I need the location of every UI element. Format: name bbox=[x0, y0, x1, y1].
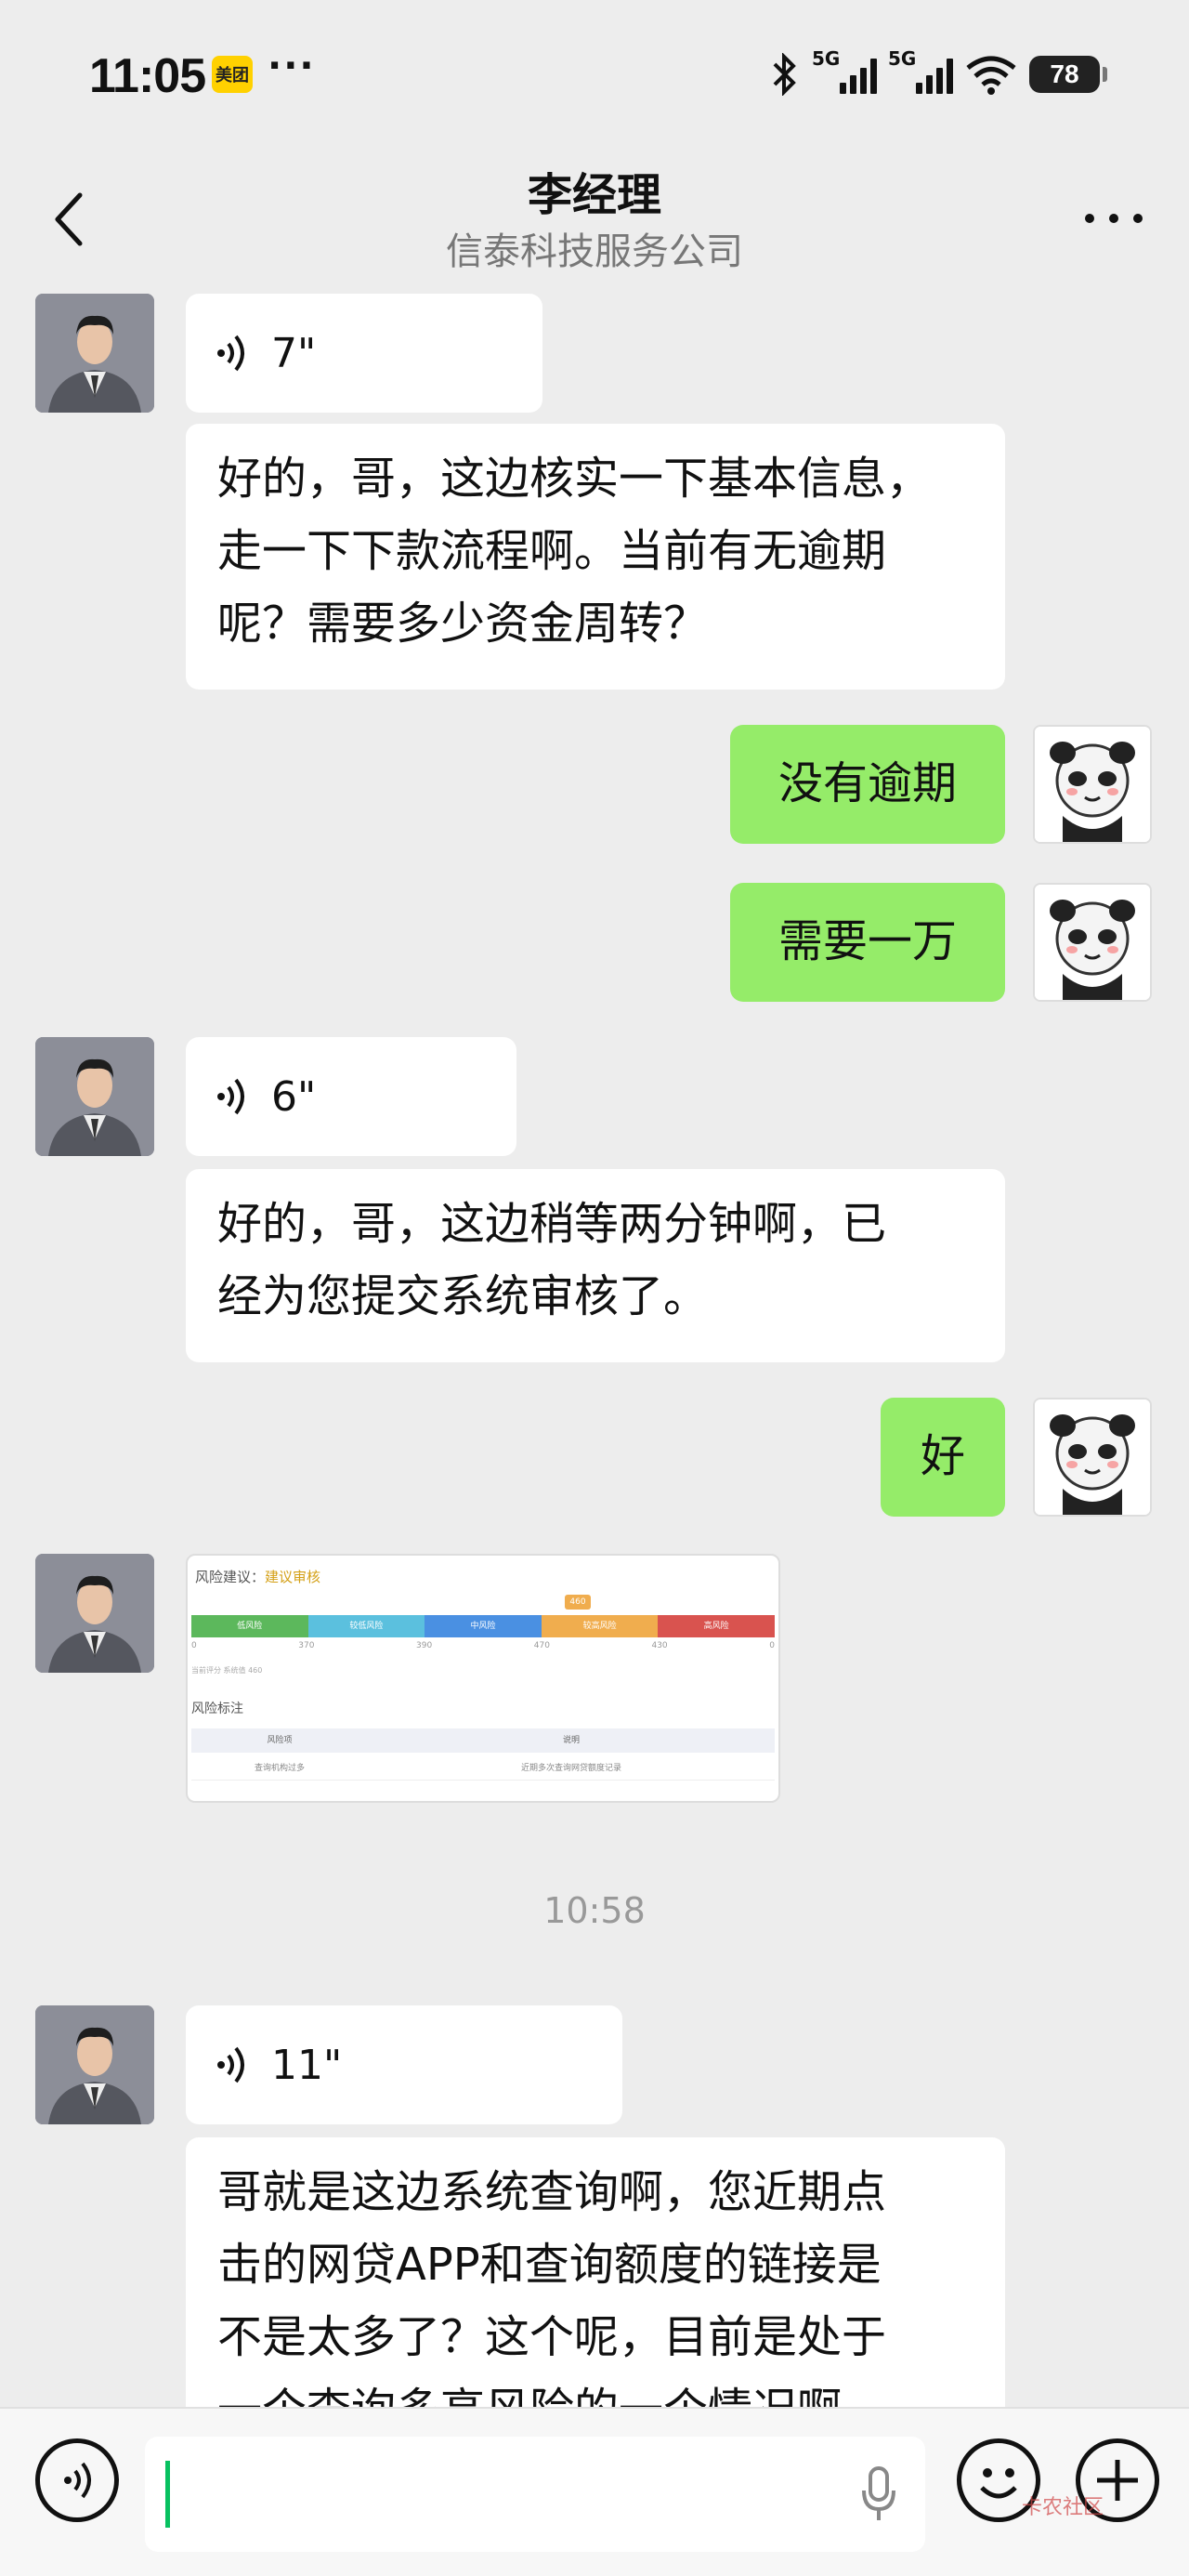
risk-scale-bar: 低风险 较低风险 中风险 较高风险 高风险 bbox=[191, 1615, 775, 1637]
contact-company: 信泰科技服务公司 bbox=[446, 230, 743, 273]
cellular-signal-icon-1: 5G bbox=[812, 47, 877, 98]
my-avatar[interactable] bbox=[1033, 1398, 1152, 1517]
voice-wave-icon bbox=[217, 2046, 244, 2083]
message-timestamp: 10:58 bbox=[543, 1890, 646, 1931]
network-type-label-2: 5G bbox=[888, 47, 917, 70]
person-avatar-icon bbox=[35, 2005, 154, 2124]
message-text: 没有逾期 bbox=[777, 757, 957, 809]
voice-duration: 6" bbox=[271, 1072, 317, 1121]
score-marker: 460 bbox=[565, 1595, 591, 1610]
contact-avatar[interactable] bbox=[35, 2005, 154, 2124]
person-avatar-icon bbox=[35, 294, 154, 413]
risk-section-title: 风险标注 bbox=[191, 1702, 243, 1716]
contact-name: 李经理 bbox=[527, 169, 661, 221]
person-avatar-icon bbox=[35, 1037, 154, 1156]
message-text: 需要一万 bbox=[777, 915, 957, 967]
my-message-bubble[interactable]: 需要一万 bbox=[730, 883, 1005, 1002]
voice-input-button[interactable] bbox=[35, 2438, 119, 2522]
message-text: 好 bbox=[920, 1430, 965, 1482]
table-header-cell: 风险项 bbox=[267, 1736, 293, 1745]
cellular-signal-icon-2: 5G bbox=[888, 47, 953, 98]
message-line: 好的，哥，这边核实一下基本信息， bbox=[217, 453, 932, 505]
voice-message[interactable]: 6" bbox=[186, 1037, 516, 1156]
message-line: 好的，哥，这边稍等两分钟啊，已 bbox=[217, 1198, 887, 1250]
message-bubble[interactable]: 好的，哥，这边稍等两分钟啊，已 经为您提交系统审核了。 bbox=[186, 1169, 1005, 1362]
battery-indicator: 78 bbox=[1029, 56, 1107, 93]
risk-segment: 低风险 bbox=[191, 1615, 308, 1637]
wifi-icon bbox=[966, 56, 1016, 95]
message-line: 哥就是这边系统查询啊，您近期点 bbox=[217, 2166, 887, 2218]
risk-label: 风险建议：建议审核 bbox=[195, 1567, 320, 1586]
risk-table-header: 风险项 说明 bbox=[191, 1728, 775, 1753]
contact-avatar[interactable] bbox=[35, 1037, 154, 1156]
contact-avatar[interactable] bbox=[35, 1554, 154, 1673]
voice-wave-icon bbox=[217, 1078, 244, 1115]
tick-label: 370 bbox=[298, 1641, 315, 1650]
input-toolbar bbox=[0, 2407, 1189, 2576]
panda-avatar-icon bbox=[1035, 727, 1150, 842]
risk-table-row: 查询机构过多 近期多次查询网贷额度记录 bbox=[191, 1756, 775, 1781]
message-bubble[interactable]: 好的，哥，这边核实一下基本信息， 走一下下款流程啊。当前有无逾期 呢？需要多少资… bbox=[186, 424, 1005, 690]
meituan-app-icon: 美团 bbox=[212, 56, 253, 93]
scale-ticks: 0 370 390 470 430 0 bbox=[191, 1641, 775, 1650]
voice-wave-icon bbox=[64, 2462, 91, 2499]
voice-duration: 7" bbox=[271, 329, 317, 377]
chat-header: 李经理 信泰科技服务公司 bbox=[0, 149, 1189, 288]
status-bar: 11:05 美团 ··· 5G 5G 78 bbox=[0, 0, 1189, 149]
status-icons: 5G 5G 78 bbox=[769, 47, 1107, 100]
tick-label: 0 bbox=[769, 1641, 775, 1650]
watermark-text: 卡农社区 bbox=[1022, 2496, 1104, 2519]
my-message-bubble[interactable]: 没有逾期 bbox=[730, 725, 1005, 844]
image-message[interactable]: 风险建议：建议审核 460 低风险 较低风险 中风险 较高风险 高风险 0 37… bbox=[186, 1554, 780, 1803]
risk-label-text: 风险建议： bbox=[195, 1569, 266, 1585]
message-line: 走一下下款流程啊。当前有无逾期 bbox=[217, 525, 887, 577]
risk-value-text: 建议审核 bbox=[265, 1569, 321, 1585]
risk-segment: 中风险 bbox=[425, 1615, 542, 1637]
table-cell: 近期多次查询网贷额度记录 bbox=[520, 1764, 621, 1773]
message-bubble[interactable]: 哥就是这边系统查询啊，您近期点 击的网贷APP和查询额度的链接是 不是太多了？这… bbox=[186, 2137, 1005, 2407]
voice-message[interactable]: 7" bbox=[186, 294, 542, 413]
tick-label: 0 bbox=[191, 1641, 197, 1650]
message-line: 击的网贷APP和查询额度的链接是 bbox=[217, 2239, 882, 2291]
status-more-icon: ··· bbox=[268, 45, 316, 87]
voice-duration: 11" bbox=[271, 2041, 343, 2089]
microphone-icon[interactable] bbox=[860, 2464, 897, 2524]
my-avatar[interactable] bbox=[1033, 883, 1152, 1002]
network-type-label: 5G bbox=[812, 47, 841, 70]
risk-segment: 高风险 bbox=[658, 1615, 775, 1637]
tick-label: 430 bbox=[651, 1641, 668, 1650]
message-line: 呢？需要多少资金周转？ bbox=[217, 598, 709, 650]
contact-avatar[interactable] bbox=[35, 294, 154, 413]
bluetooth-icon bbox=[773, 53, 796, 96]
message-line: 不是太多了？这个呢，目前是处于 bbox=[217, 2311, 887, 2363]
table-cell: 查询机构过多 bbox=[254, 1764, 305, 1773]
my-avatar[interactable] bbox=[1033, 725, 1152, 844]
message-line: 经为您提交系统审核了。 bbox=[217, 1270, 709, 1322]
voice-wave-icon bbox=[217, 335, 244, 372]
tick-label: 470 bbox=[533, 1641, 550, 1650]
risk-segment: 较高风险 bbox=[541, 1615, 659, 1637]
panda-avatar-icon bbox=[1035, 1400, 1150, 1515]
message-line: 一个查询多高风险的一个情况啊 bbox=[217, 2373, 973, 2407]
person-avatar-icon bbox=[35, 1554, 154, 1673]
text-caret bbox=[165, 2461, 170, 2528]
tick-label: 390 bbox=[416, 1641, 433, 1650]
table-header-cell: 说明 bbox=[562, 1736, 580, 1745]
risk-segment: 较低风险 bbox=[307, 1615, 425, 1637]
score-note: 当前评分 系统值 460 bbox=[191, 1666, 263, 1675]
voice-message[interactable]: 11" bbox=[186, 2005, 622, 2124]
status-time: 11:05 bbox=[89, 49, 206, 103]
more-options-button[interactable] bbox=[1078, 190, 1152, 245]
my-message-bubble[interactable]: 好 bbox=[881, 1398, 1005, 1517]
message-list[interactable]: 7" 好的，哥，这边核实一下基本信息， 走一下下款流程啊。当前有无逾期 呢？需要… bbox=[0, 288, 1189, 2407]
panda-avatar-icon bbox=[1035, 885, 1150, 1000]
message-input[interactable] bbox=[145, 2437, 925, 2552]
